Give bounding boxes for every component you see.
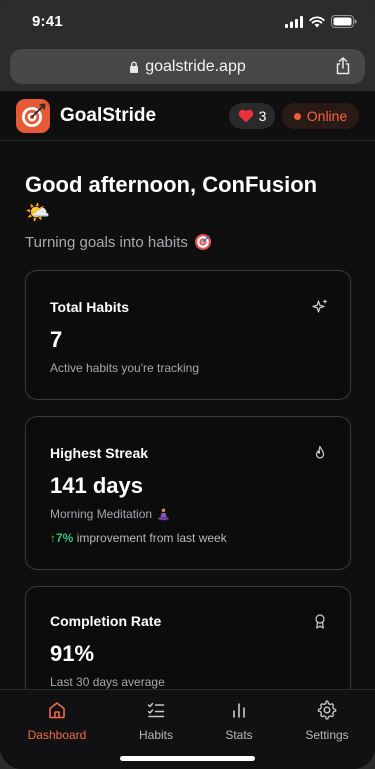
status-bar: 9:41	[0, 0, 375, 44]
online-dot-icon	[293, 112, 301, 120]
trend-text: improvement from last week	[76, 531, 227, 545]
nav-item-stats[interactable]: Stats	[194, 700, 284, 742]
nav-item-settings[interactable]: Settings	[282, 700, 372, 742]
highest-streak-card[interactable]: Highest Streak 141 days Morning Meditati…	[25, 416, 351, 570]
lock-icon	[130, 61, 139, 73]
trend-value: ↑7%	[50, 531, 74, 545]
wifi-icon	[309, 15, 325, 27]
card-title: Highest Streak	[50, 445, 149, 461]
status-icons	[285, 15, 357, 28]
app-content: GoalStride 3 Online Good afternoon, ConF…	[0, 91, 375, 769]
heart-icon	[238, 109, 253, 123]
hearts-count: 3	[258, 108, 267, 124]
address-bar[interactable]: goalstride.app	[10, 49, 365, 84]
battery-icon	[331, 15, 357, 28]
card-title: Total Habits	[50, 299, 130, 315]
award-icon	[315, 614, 325, 629]
tagline: Turning goals into habits	[25, 233, 212, 251]
nav-item-habits[interactable]: Habits	[111, 700, 201, 742]
home-icon	[49, 702, 65, 719]
status-time: 9:41	[32, 13, 63, 30]
card-subtitle: Active habits you're tracking	[50, 361, 200, 375]
gear-icon	[317, 700, 337, 720]
online-status-text: Online	[306, 108, 348, 124]
target-icon	[194, 234, 211, 250]
hearts-badge[interactable]: 3	[229, 103, 275, 129]
target-logo-icon	[16, 99, 50, 133]
share-icon[interactable]	[335, 57, 351, 75]
meditation-icon	[158, 508, 170, 520]
checklist-icon	[147, 702, 165, 718]
nav-item-dashboard[interactable]: Dashboard	[12, 700, 102, 742]
card-value: 91%	[50, 641, 95, 666]
cellular-signal-icon	[285, 15, 303, 28]
bottom-navigation: Dashboard Habits Stats Settings	[0, 689, 375, 769]
sun-behind-cloud-icon: 🌤️	[25, 202, 50, 224]
sparkle-icon	[312, 299, 328, 313]
online-status-badge: Online	[282, 103, 359, 129]
card-value: 7	[50, 327, 63, 352]
app-header: GoalStride 3 Online	[0, 91, 375, 141]
card-title: Completion Rate	[50, 613, 162, 629]
total-habits-card[interactable]: Total Habits 7 Active habits you're trac…	[25, 270, 351, 400]
nav-label: Settings	[305, 728, 349, 742]
flame-icon	[315, 445, 325, 459]
card-subtitle: Last 30 days average	[50, 675, 165, 689]
bar-chart-icon	[233, 703, 245, 718]
nav-label: Dashboard	[27, 728, 87, 742]
card-value: 141 days	[50, 473, 143, 498]
brand-name: GoalStride	[60, 105, 157, 126]
phone-frame: 9:41 goalstride.app GoalStride 3 Online …	[0, 0, 375, 769]
streak-habit-name: Morning Meditation	[50, 507, 153, 521]
nav-label: Stats	[225, 728, 253, 742]
trend-line: ↑7% improvement from last week	[50, 531, 227, 545]
url-text: goalstride.app	[145, 57, 246, 75]
tagline-text: Turning goals into habits	[25, 233, 188, 251]
nav-label: Habits	[138, 728, 173, 742]
home-indicator	[120, 756, 255, 761]
card-subtitle: Morning Meditation	[50, 507, 170, 521]
greeting-title: Good afternoon, ConFusion	[25, 172, 318, 197]
